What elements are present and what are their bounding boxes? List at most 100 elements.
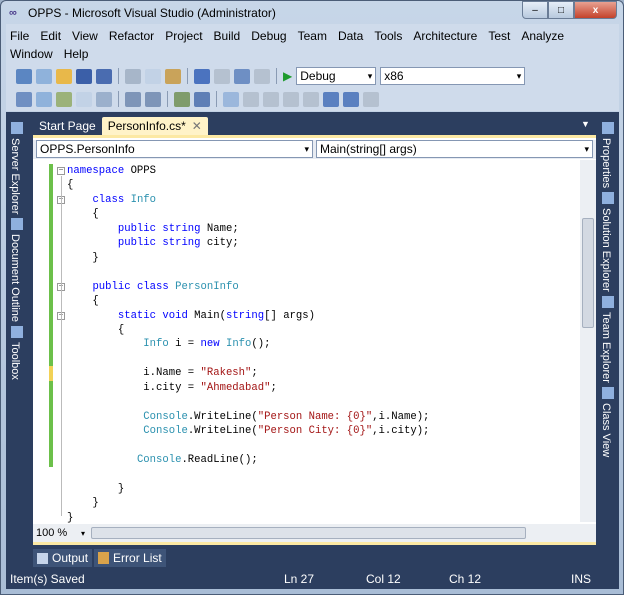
- code-token: string: [162, 237, 201, 250]
- bookmark-icon[interactable]: [343, 91, 359, 107]
- code-token: Main(: [187, 309, 226, 322]
- bookmark-icon[interactable]: [283, 91, 299, 107]
- cut-icon[interactable]: [125, 68, 141, 84]
- menu-item-project[interactable]: Project: [165, 27, 202, 45]
- menu-item-edit[interactable]: Edit: [40, 27, 61, 45]
- menu-item-analyze[interactable]: Analyze: [521, 27, 564, 45]
- add-item-icon[interactable]: [36, 68, 52, 84]
- toolbar-icon[interactable]: [56, 91, 72, 107]
- title-bar: ∞ OPPS - Microsoft Visual Studio (Admini…: [9, 5, 276, 21]
- toolbar-icon[interactable]: [76, 91, 92, 107]
- menu-item-tools[interactable]: Tools: [374, 27, 402, 45]
- panel-icon: [602, 122, 614, 134]
- increase-indent-icon[interactable]: [145, 91, 161, 107]
- paste-icon[interactable]: [165, 68, 181, 84]
- comment-icon[interactable]: [174, 91, 190, 107]
- platform-select[interactable]: x86: [380, 67, 526, 85]
- save-icon[interactable]: [76, 68, 92, 84]
- menu-item-refactor[interactable]: Refactor: [109, 27, 154, 45]
- menu-item-debug[interactable]: Debug: [251, 27, 286, 45]
- error-list-tab[interactable]: Error List: [94, 549, 166, 567]
- vertical-scrollbar[interactable]: [580, 160, 596, 522]
- code-token: i.Name =: [67, 367, 201, 380]
- code-token: }: [67, 251, 99, 264]
- copy-icon[interactable]: [145, 68, 161, 84]
- menu-item-view[interactable]: View: [72, 27, 98, 45]
- panel-tab-toolbox[interactable]: Toolbox: [9, 342, 21, 380]
- code-area[interactable]: namespace OPPS{ class Info { public stri…: [33, 162, 578, 524]
- tab-dropdown-icon[interactable]: ▼: [581, 119, 590, 129]
- panel-tab-team-explorer[interactable]: Team Explorer: [600, 312, 612, 383]
- bookmark-icon[interactable]: [323, 91, 339, 107]
- tab-personinfo[interactable]: PersonInfo.cs* ✕: [101, 117, 208, 135]
- status-message: Item(s) Saved: [10, 572, 85, 586]
- panel-tab-server-explorer[interactable]: Server Explorer: [9, 138, 21, 214]
- output-tab[interactable]: Output: [33, 549, 93, 567]
- collapse-icon[interactable]: −: [57, 167, 65, 175]
- zoom-select[interactable]: 100 %: [33, 527, 81, 539]
- member-select[interactable]: Main(string[] args): [316, 140, 593, 158]
- menu-item-data[interactable]: Data: [338, 27, 363, 45]
- code-token: static: [117, 309, 157, 322]
- new-project-icon[interactable]: [16, 68, 32, 84]
- code-line: Console.WriteLine("Person Name: {0}",i.N…: [67, 410, 429, 424]
- type-select[interactable]: OPPS.PersonInfo: [36, 140, 313, 158]
- panel-tab-class-view[interactable]: Class View: [600, 403, 612, 457]
- uncomment-icon[interactable]: [194, 91, 210, 107]
- minimize-button[interactable]: –: [522, 1, 548, 19]
- code-token: class: [92, 193, 125, 206]
- code-token: void: [162, 309, 188, 322]
- code-line: Info i = new Info();: [67, 337, 270, 351]
- menu-item-team[interactable]: Team: [298, 27, 327, 45]
- undo-icon[interactable]: [194, 68, 210, 84]
- code-token: Info: [130, 193, 157, 206]
- code-line: {: [67, 294, 98, 308]
- code-token: ,i.Name);: [372, 410, 430, 423]
- panel-tab-document-outline[interactable]: Document Outline: [9, 234, 21, 322]
- code-line: i.city = "Ahmedabad";: [67, 381, 277, 395]
- scroll-thumb[interactable]: [582, 218, 594, 328]
- menu-item-architecture[interactable]: Architecture: [413, 27, 477, 45]
- maximize-button[interactable]: □: [548, 1, 574, 19]
- code-token: [] args): [264, 309, 315, 322]
- panel-tab-solution-explorer[interactable]: Solution Explorer: [600, 208, 612, 292]
- menu-item-build[interactable]: Build: [214, 27, 241, 45]
- toolbar-icon[interactable]: [36, 91, 52, 107]
- close-tab-icon[interactable]: ✕: [192, 119, 202, 133]
- menu-item-window[interactable]: Window: [10, 45, 53, 63]
- panel-tab-properties[interactable]: Properties: [600, 138, 612, 188]
- code-line: {: [67, 323, 124, 337]
- open-file-icon[interactable]: [56, 68, 72, 84]
- horizontal-scrollbar[interactable]: [91, 527, 526, 539]
- code-token: {: [67, 323, 125, 336]
- toolbar-icon[interactable]: [96, 91, 112, 107]
- menu-item-help[interactable]: Help: [64, 45, 89, 63]
- redo-icon[interactable]: [214, 68, 230, 84]
- bookmark-icon[interactable]: [363, 91, 379, 107]
- code-token: .WriteLine(: [187, 425, 258, 438]
- start-debugging-icon[interactable]: ▶: [283, 69, 292, 83]
- code-token: Console: [143, 425, 188, 438]
- navigation-bar: OPPS.PersonInfo Main(string[] args): [33, 140, 596, 159]
- decrease-indent-icon[interactable]: [125, 91, 141, 107]
- close-button[interactable]: x: [574, 1, 617, 19]
- bookmark-icon[interactable]: [263, 91, 279, 107]
- menu-item-test[interactable]: Test: [488, 27, 510, 45]
- find-icon[interactable]: [254, 68, 270, 84]
- tool-window-tabs: Output Error List: [33, 549, 166, 567]
- bookmark-icon[interactable]: [303, 91, 319, 107]
- tab-start-page[interactable]: Start Page: [33, 117, 102, 135]
- panel-icon: [602, 192, 614, 205]
- code-line: {: [67, 207, 98, 221]
- code-token: i =: [168, 338, 201, 351]
- save-all-icon[interactable]: [96, 68, 112, 84]
- configuration-select[interactable]: Debug: [296, 67, 377, 85]
- code-line: class Info: [67, 193, 156, 207]
- menu-item-file[interactable]: File: [10, 27, 29, 45]
- toolbar-icon[interactable]: [16, 91, 32, 107]
- bookmark-icon[interactable]: [243, 91, 259, 107]
- bookmark-icon[interactable]: [223, 91, 239, 107]
- code-token: "Person City: {0}": [257, 425, 373, 438]
- navigate-icon[interactable]: [234, 68, 250, 84]
